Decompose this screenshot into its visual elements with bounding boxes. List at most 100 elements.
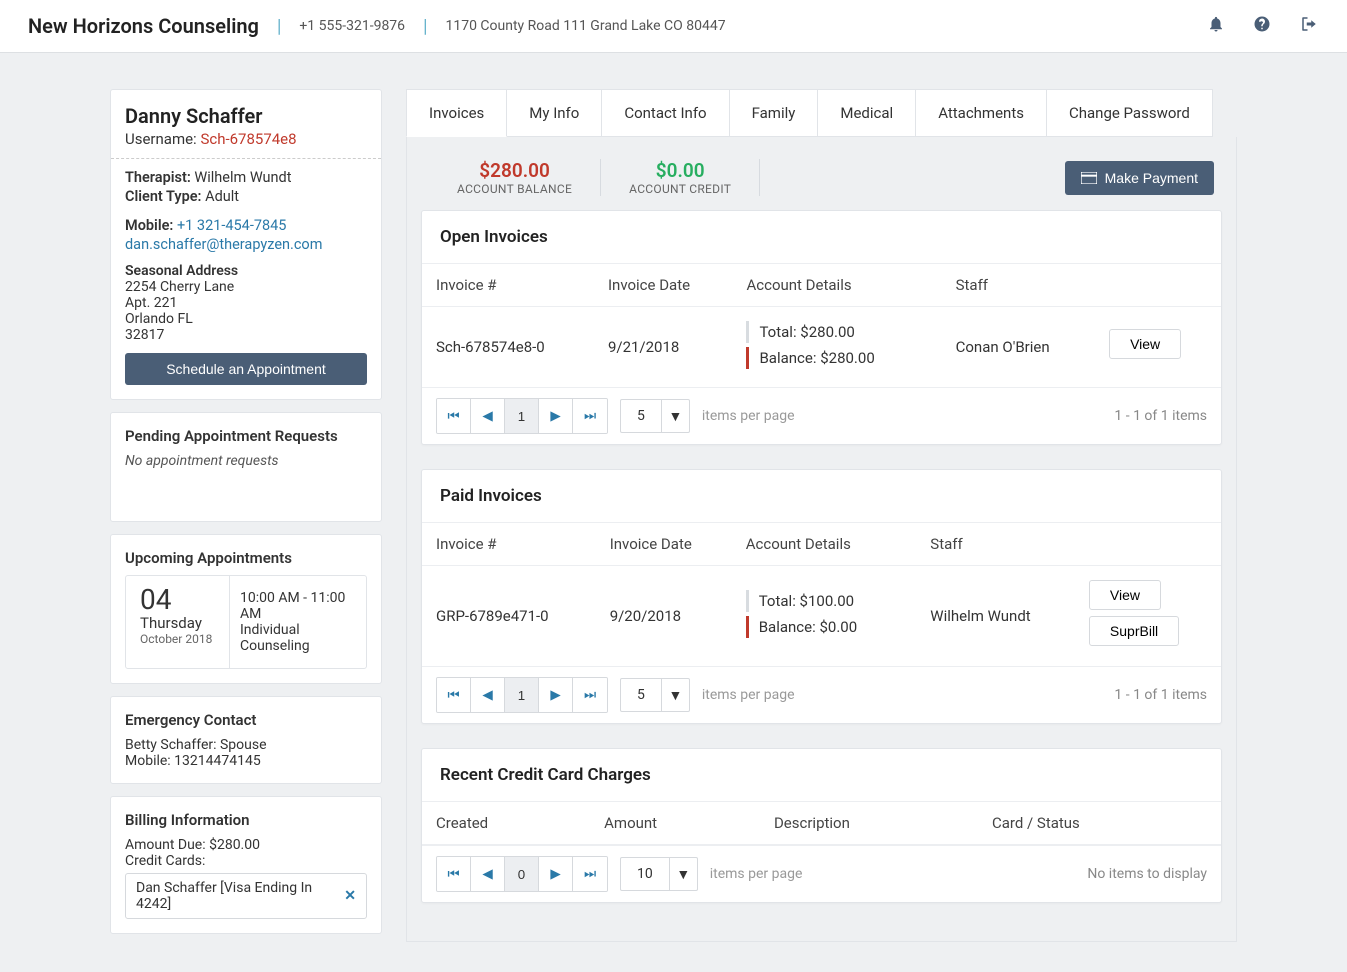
amount-due: Amount Due: $280.00 (125, 837, 367, 853)
invoice-num: Sch-678574e8-0 (422, 307, 594, 388)
tabs: Invoices My Info Contact Info Family Med… (406, 89, 1237, 137)
page-next-icon[interactable]: ▶ (539, 678, 573, 712)
cc-label: Credit Cards: (125, 853, 367, 869)
page-first-icon[interactable]: ⏮ (437, 857, 471, 891)
pager-info: 1 - 1 of 1 items (1114, 408, 1207, 424)
pager-info: No items to display (1087, 866, 1207, 882)
page-first-icon[interactable]: ⏮ (437, 678, 471, 712)
page-prev-icon[interactable]: ◀ (471, 399, 505, 433)
invoice-date: 9/20/2018 (596, 566, 732, 667)
view-button[interactable]: View (1089, 580, 1161, 610)
page-number[interactable]: 1 (505, 678, 539, 712)
mobile-label: Mobile: (125, 217, 173, 234)
client-type-value: Adult (205, 188, 239, 205)
upcoming-card: Upcoming Appointments 04 Thursday Octobe… (110, 534, 382, 684)
balance-line: Balance: $0.00 (746, 616, 903, 638)
total-line: Total: $100.00 (746, 590, 903, 612)
balance-line: Balance: $280.00 (746, 347, 927, 369)
chevron-down-icon: ▼ (661, 679, 689, 711)
appt-month: October 2018 (140, 632, 215, 646)
per-page-label: items per page (702, 687, 795, 703)
page-first-icon[interactable]: ⏮ (437, 399, 471, 433)
staff: Conan O'Brien (942, 307, 1095, 388)
page-number[interactable]: 1 (505, 399, 539, 433)
emergency-card: Emergency Contact Betty Schaffer: Spouse… (110, 696, 382, 784)
view-button[interactable]: View (1109, 329, 1181, 359)
invoice-num: GRP-6789e471-0 (422, 566, 596, 667)
pager-info: 1 - 1 of 1 items (1114, 687, 1207, 703)
invoice-date: 9/21/2018 (594, 307, 733, 388)
appointment-item[interactable]: 04 Thursday October 2018 10:00 AM - 11:0… (125, 575, 367, 669)
pager: ⏮ ◀ 1 ▶ ⏭ (436, 677, 608, 713)
per-page-select[interactable]: 5 ▼ (620, 399, 690, 433)
bell-icon[interactable] (1207, 15, 1225, 37)
email-link[interactable]: dan.schaffer@therapyzen.com (125, 236, 322, 253)
username-value: Sch-678574e8 (200, 130, 296, 148)
per-page-select[interactable]: 10 ▼ (620, 857, 698, 891)
appt-time: 10:00 AM - 11:00 AM (240, 590, 356, 622)
username-label: Username: (125, 130, 197, 148)
page-last-icon[interactable]: ⏭ (573, 678, 607, 712)
page-last-icon[interactable]: ⏭ (573, 857, 607, 891)
tab-contact-info[interactable]: Contact Info (601, 89, 729, 137)
credit-card-row: Dan Schaffer [Visa Ending In 4242] ✕ (125, 873, 367, 919)
col-invoice-date: Invoice Date (596, 523, 732, 566)
per-page-label: items per page (710, 866, 803, 882)
staff: Wilhelm Wundt (916, 566, 1075, 667)
table-row: GRP-6789e471-0 9/20/2018 Total: $100.00 … (422, 566, 1221, 667)
make-payment-button[interactable]: Make Payment (1065, 161, 1214, 195)
client-type-label: Client Type: (125, 188, 202, 205)
per-page-select[interactable]: 5 ▼ (620, 678, 690, 712)
emergency-line: Mobile: 13214474145 (125, 753, 367, 769)
charges-title: Recent Credit Card Charges (422, 749, 1221, 801)
tab-my-info[interactable]: My Info (506, 89, 602, 137)
col-invoice-date: Invoice Date (594, 264, 733, 307)
logout-icon[interactable] (1299, 15, 1319, 37)
paid-invoices-card: Paid Invoices Invoice # Invoice Date Acc… (421, 469, 1222, 724)
client-name: Danny Schaffer (125, 104, 367, 128)
page-number[interactable]: 0 (505, 857, 539, 891)
tab-change-password[interactable]: Change Password (1046, 89, 1213, 137)
page-next-icon[interactable]: ▶ (539, 399, 573, 433)
topbar: New Horizons Counseling | +1 555-321-987… (0, 0, 1347, 53)
client-card: Danny Schaffer Username: Sch-678574e8 Th… (110, 89, 382, 400)
header-phone: +1 555-321-9876 (299, 18, 405, 34)
pending-title: Pending Appointment Requests (125, 427, 367, 445)
tab-medical[interactable]: Medical (817, 89, 916, 137)
account-balance-label: ACCOUNT BALANCE (457, 182, 572, 196)
addr-line: 2254 Cherry Lane (125, 279, 367, 295)
remove-card-icon[interactable]: ✕ (344, 888, 356, 904)
billing-title: Billing Information (125, 811, 367, 829)
account-credit-label: ACCOUNT CREDIT (629, 182, 731, 196)
pending-empty: No appointment requests (125, 453, 367, 469)
emergency-title: Emergency Contact (125, 711, 367, 729)
cc-name: Dan Schaffer [Visa Ending In 4242] (136, 880, 344, 912)
page-prev-icon[interactable]: ◀ (471, 857, 505, 891)
suprbill-button[interactable]: SuprBill (1089, 616, 1179, 646)
therapist-value: Wilhelm Wundt (194, 169, 291, 186)
addr-line: Orlando FL (125, 311, 367, 327)
brand: New Horizons Counseling (28, 14, 259, 38)
page-last-icon[interactable]: ⏭ (573, 399, 607, 433)
mobile-value[interactable]: +1 321-454-7845 (177, 217, 286, 234)
card-icon (1081, 172, 1097, 184)
emergency-line: Betty Schaffer: Spouse (125, 737, 367, 753)
col-account-details: Account Details (732, 264, 941, 307)
page-prev-icon[interactable]: ◀ (471, 678, 505, 712)
col-card-status: Card / Status (978, 802, 1221, 845)
help-icon[interactable] (1253, 15, 1271, 37)
billing-card: Billing Information Amount Due: $280.00 … (110, 796, 382, 934)
appt-dow: Thursday (140, 614, 215, 632)
pending-card: Pending Appointment Requests No appointm… (110, 412, 382, 522)
col-invoice-num: Invoice # (422, 523, 596, 566)
open-invoices-title: Open Invoices (422, 211, 1221, 263)
page-next-icon[interactable]: ▶ (539, 857, 573, 891)
schedule-button[interactable]: Schedule an Appointment (125, 353, 367, 385)
appt-type: Individual Counseling (240, 622, 356, 654)
tab-attachments[interactable]: Attachments (915, 89, 1047, 137)
tab-family[interactable]: Family (729, 89, 819, 137)
charges-card: Recent Credit Card Charges Created Amoun… (421, 748, 1222, 903)
col-amount: Amount (590, 802, 760, 845)
tab-invoices[interactable]: Invoices (406, 89, 507, 137)
col-invoice-num: Invoice # (422, 264, 594, 307)
